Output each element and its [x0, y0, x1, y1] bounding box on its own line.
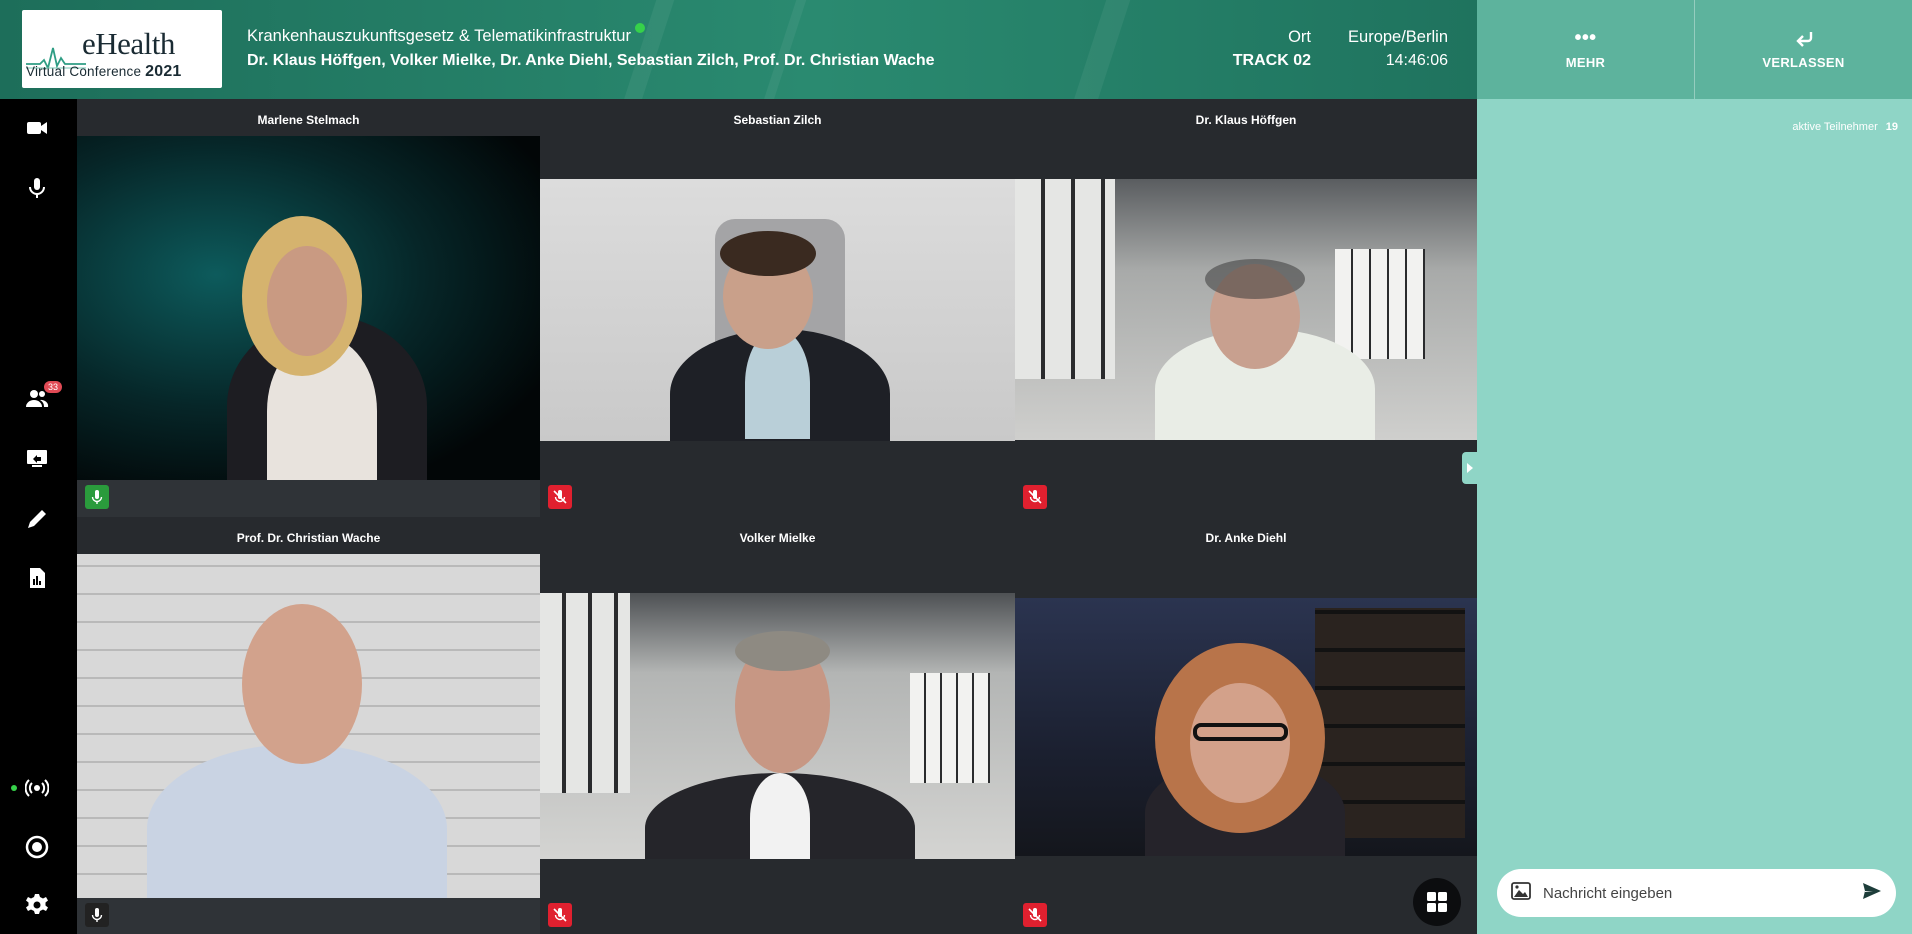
participant-name: Dr. Klaus Höffgen [1195, 113, 1297, 127]
participant-video [540, 179, 1015, 441]
microphone-muted-icon [1028, 908, 1042, 922]
sidebar: 33 [0, 99, 77, 934]
chat-input-container [1497, 869, 1896, 917]
participant-name: Sebastian Zilch [733, 113, 822, 127]
logo-subtitle: Virtual Conference 2021 [26, 63, 182, 80]
mic-status-muted [1023, 485, 1047, 509]
ehealth-logo: eHealth Virtual Conference 2021 [22, 10, 222, 88]
screen-share-icon[interactable] [22, 443, 52, 473]
clock: 14:46:06 [1385, 52, 1448, 69]
mic-status-muted [548, 903, 572, 927]
track-label: TRACK 02 [1232, 52, 1311, 69]
gear-icon[interactable] [22, 890, 52, 920]
pen-icon[interactable] [22, 504, 52, 534]
microphone-icon [91, 490, 103, 504]
layout-grid-button[interactable] [1413, 878, 1461, 926]
dots-icon: ••• [1574, 27, 1597, 49]
video-tile[interactable]: Marlene Stelmach [77, 99, 540, 517]
participant-video [1015, 179, 1477, 440]
record-icon[interactable] [22, 832, 52, 862]
microphone-muted-icon [1028, 490, 1042, 504]
participant-name: Dr. Anke Diehl [1205, 531, 1287, 545]
participants-badge: 33 [44, 381, 63, 393]
video-tile[interactable]: Sebastian Zilch [540, 99, 1015, 517]
chat-panel: aktive Teilnehmer 19 [1477, 99, 1912, 934]
conference-app: eHealth Virtual Conference 2021 Krankenh… [0, 0, 1912, 934]
document-icon[interactable] [22, 563, 52, 593]
participant-name: Marlene Stelmach [257, 113, 360, 127]
more-button[interactable]: ••• MEHR [1477, 0, 1694, 99]
location-label: Ort [1288, 28, 1311, 46]
send-icon[interactable] [1862, 882, 1882, 905]
active-participants-count: 19 [1885, 121, 1898, 133]
participant-name: Prof. Dr. Christian Wache [236, 531, 381, 545]
microphone-icon [91, 908, 103, 922]
video-tile[interactable]: Prof. Dr. Christian Wache [77, 517, 540, 934]
logo-word: eHealth [82, 26, 175, 61]
return-arrow-icon [1793, 29, 1815, 51]
camera-icon[interactable] [22, 113, 52, 143]
active-participants: aktive Teilnehmer 19 [1792, 121, 1898, 133]
mic-status-muted [548, 485, 572, 509]
participant-video [77, 136, 540, 483]
video-tile[interactable]: Dr. Klaus Höffgen [1015, 99, 1477, 517]
leave-button[interactable]: VERLASSEN [1694, 0, 1912, 99]
participant-video [540, 593, 1015, 859]
participant-video [77, 554, 540, 901]
mic-status-on [85, 485, 109, 509]
participant-name: Volker Mielke [739, 531, 816, 545]
mic-status-muted [1023, 903, 1047, 927]
microphone-muted-icon [553, 490, 567, 504]
panel-toggle-tab[interactable] [1462, 452, 1477, 484]
stream-status-dot [11, 785, 17, 791]
microphone-icon[interactable] [22, 173, 52, 203]
video-tile[interactable]: Dr. Anke Diehl [1015, 517, 1477, 934]
chat-message-input[interactable] [1543, 884, 1862, 902]
timezone-label: Europe/Berlin [1348, 28, 1448, 46]
broadcast-icon[interactable] [22, 773, 52, 803]
video-tile[interactable]: Volker Mielke [540, 517, 1015, 934]
video-grid: Marlene Stelmach Sebastian Zilch Dr. Kla… [77, 99, 1477, 934]
image-attach-icon[interactable] [1511, 881, 1531, 905]
top-action-bar: ••• MEHR VERLASSEN [1477, 0, 1912, 99]
participant-video [1015, 598, 1477, 856]
microphone-muted-icon [553, 908, 567, 922]
live-indicator [634, 23, 645, 33]
header: eHealth Virtual Conference 2021 Krankenh… [0, 0, 1477, 99]
speaker-list: Dr. Klaus Höffgen, Volker Mielke, Dr. An… [247, 52, 935, 69]
mic-status-idle [85, 903, 109, 927]
chevron-right-icon [1466, 463, 1473, 473]
grid-layout-icon [1427, 892, 1447, 912]
session-title: Krankenhauszukunftsgesetz & Telematikinf… [247, 23, 645, 46]
